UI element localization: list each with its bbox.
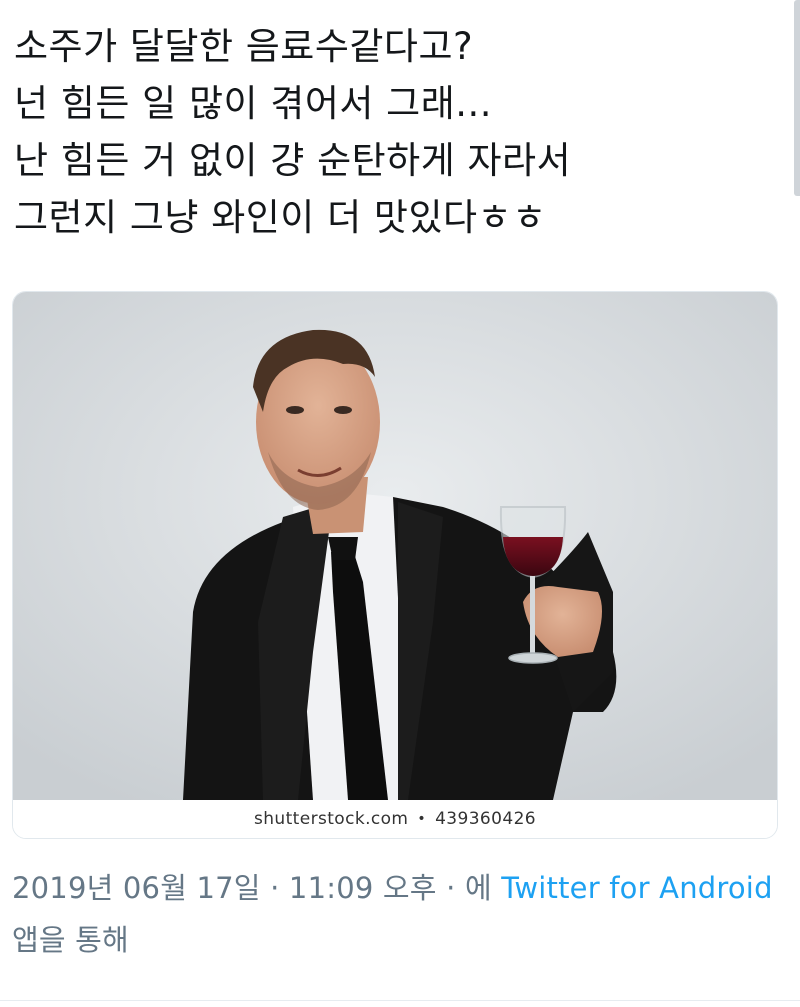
tweet-text: 소주가 달달한 음료수같다고? 넌 힘든 일 많이 겪어서 그래... 난 힘든… — [14, 18, 774, 246]
watermark-site: shutterstock.com — [253, 809, 409, 829]
media-card[interactable]: shutterstock.com • 439360426 — [12, 291, 778, 839]
source-suffix: 앱을 통해 — [12, 923, 129, 957]
tweet-text-line: 난 힘든 거 없이 걍 순탄하게 자라서 — [14, 139, 572, 182]
divider — [0, 1000, 800, 1001]
watermark: shutterstock.com • 439360426 — [13, 800, 777, 838]
tweet-timestamp: 2019년 06월 17일 · 11:09 오후 · 에 — [12, 871, 492, 905]
watermark-id: 439360426 — [435, 809, 537, 829]
tweet-text-line: 소주가 달달한 음료수같다고? — [14, 25, 474, 68]
tweet-text-line: 넌 힘든 일 많이 겪어서 그래... — [14, 82, 493, 125]
tweet-photo[interactable] — [13, 292, 777, 800]
scroll-indicator[interactable] — [794, 0, 800, 196]
tweet-meta: 2019년 06월 17일 · 11:09 오후 · 에 Twitter for… — [12, 862, 792, 966]
watermark-separator: • — [417, 811, 427, 827]
tweet-text-line: 그런지 그냥 와인이 더 맛있다ㅎㅎ — [14, 196, 547, 239]
source-link[interactable]: Twitter for Android — [501, 871, 772, 905]
